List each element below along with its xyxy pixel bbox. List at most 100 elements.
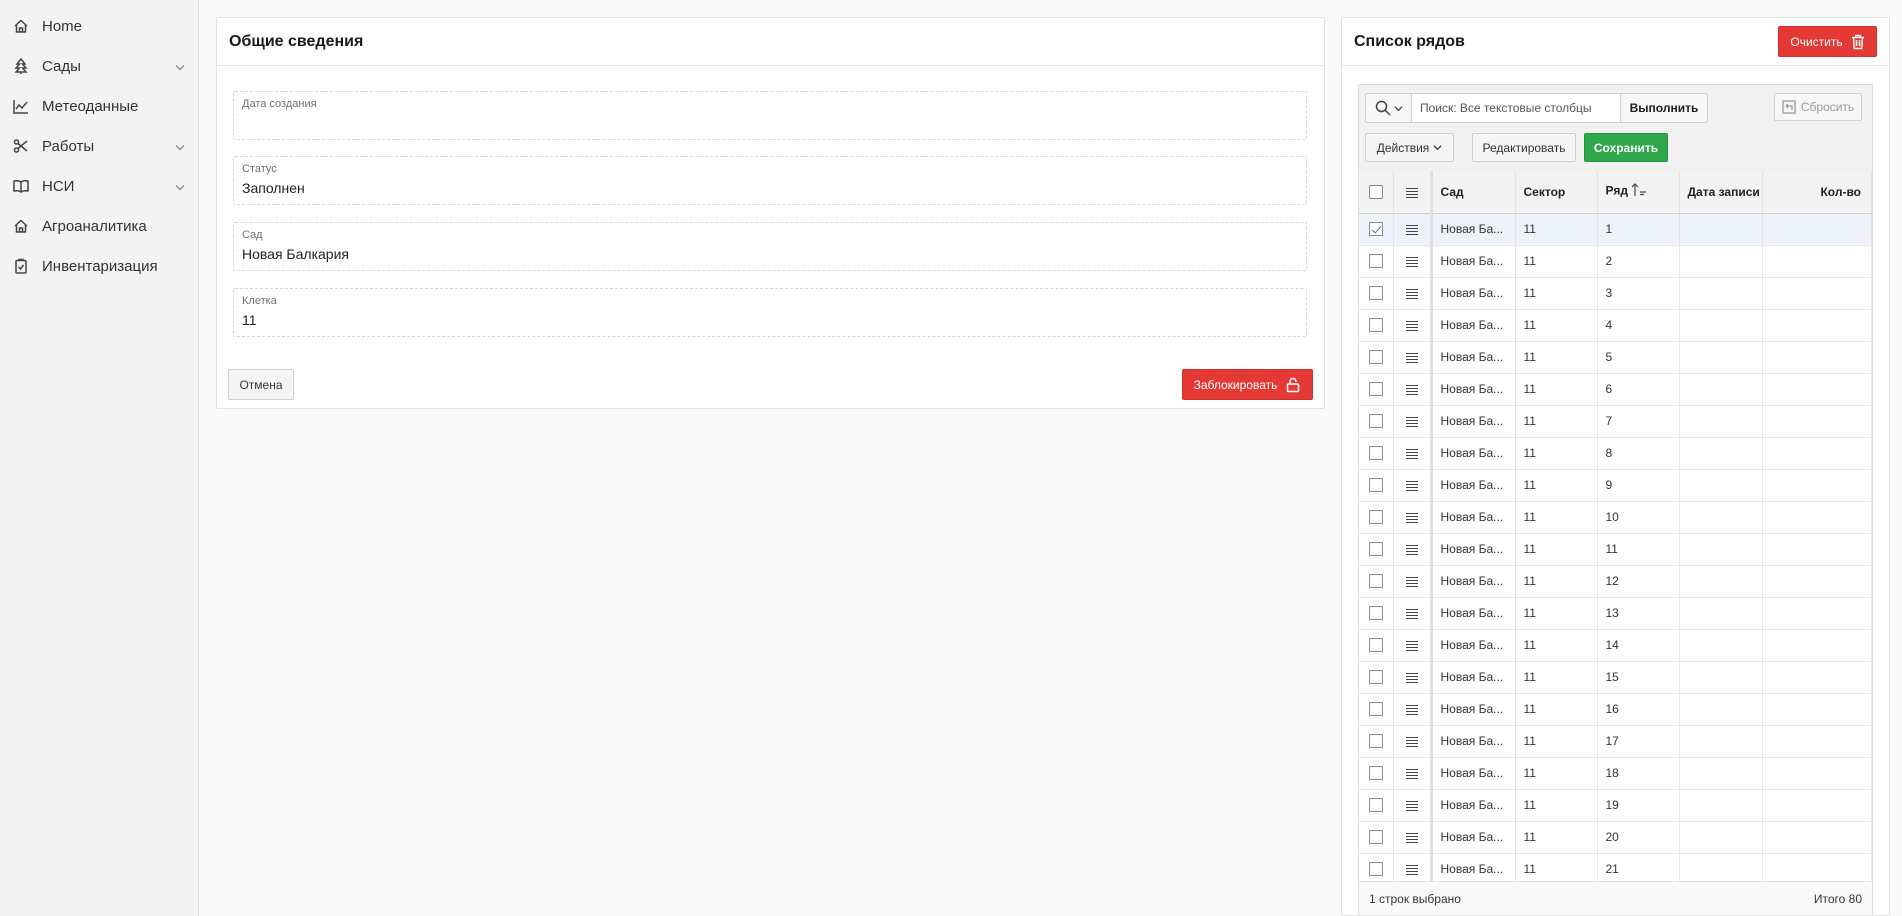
row-checkbox-cell[interactable] xyxy=(1359,501,1394,534)
cell-sector[interactable]: 11 xyxy=(1515,373,1598,406)
row-checkbox-cell[interactable] xyxy=(1359,693,1394,726)
row-menu-cell[interactable] xyxy=(1393,629,1433,662)
cell-garden[interactable]: Новая Ба... xyxy=(1431,245,1516,278)
row-checkbox-cell[interactable] xyxy=(1359,245,1394,278)
row-menu-cell[interactable] xyxy=(1393,725,1433,758)
cell-record-date[interactable] xyxy=(1679,821,1763,854)
cell-quantity[interactable] xyxy=(1762,533,1872,566)
cell-garden[interactable]: Новая Ба... xyxy=(1431,309,1516,342)
cell-garden[interactable]: Новая Ба... xyxy=(1431,661,1516,694)
table-row[interactable]: Новая Ба... 11 14 xyxy=(1359,629,1872,662)
table-row[interactable]: Новая Ба... 11 4 xyxy=(1359,309,1872,342)
cell-sector[interactable]: 11 xyxy=(1515,213,1598,246)
sidebar-item-2[interactable]: Метеоданные xyxy=(0,86,198,126)
cell-garden[interactable]: Новая Ба... xyxy=(1431,277,1516,310)
cell-sector[interactable]: 11 xyxy=(1515,245,1598,278)
search-column-button[interactable] xyxy=(1366,94,1412,122)
row-checkbox[interactable] xyxy=(1368,766,1383,781)
cell-record-date[interactable] xyxy=(1679,693,1763,726)
cell-sector[interactable]: 11 xyxy=(1515,757,1598,790)
row-menu-cell[interactable] xyxy=(1393,693,1433,726)
cell-quantity[interactable] xyxy=(1762,245,1872,278)
row-checkbox-cell[interactable] xyxy=(1359,309,1394,342)
row-menu-cell[interactable] xyxy=(1393,245,1433,278)
menu-icon[interactable] xyxy=(1405,608,1418,619)
field-created-date[interactable]: Дата создания xyxy=(233,91,1307,140)
menu-icon[interactable] xyxy=(1405,384,1418,395)
cell-sector[interactable]: 11 xyxy=(1515,341,1598,374)
cell-row[interactable]: 3 xyxy=(1597,277,1680,310)
row-checkbox-cell[interactable] xyxy=(1359,565,1394,598)
row-checkbox-cell[interactable] xyxy=(1359,277,1394,310)
cell-sector[interactable]: 11 xyxy=(1515,565,1598,598)
cell-garden[interactable]: Новая Ба... xyxy=(1431,533,1516,566)
table-row[interactable]: Новая Ба... 11 5 xyxy=(1359,341,1872,374)
row-menu-cell[interactable] xyxy=(1393,469,1433,502)
cell-record-date[interactable] xyxy=(1679,533,1763,566)
row-menu-cell[interactable] xyxy=(1393,341,1433,374)
cell-garden[interactable]: Новая Ба... xyxy=(1431,821,1516,854)
cell-sector[interactable]: 11 xyxy=(1515,469,1598,502)
cell-row[interactable]: 5 xyxy=(1597,341,1680,374)
cell-quantity[interactable] xyxy=(1762,309,1872,342)
cell-garden[interactable]: Новая Ба... xyxy=(1431,501,1516,534)
table-row[interactable]: Новая Ба... 11 16 xyxy=(1359,693,1872,726)
cell-garden[interactable]: Новая Ба... xyxy=(1431,469,1516,502)
column-header-quantity[interactable]: Кол-во xyxy=(1762,171,1872,214)
cell-row[interactable]: 2 xyxy=(1597,245,1680,278)
table-row[interactable]: Новая Ба... 11 9 xyxy=(1359,469,1872,502)
sidebar-item-5[interactable]: Агроаналитика xyxy=(0,206,198,246)
row-checkbox[interactable] xyxy=(1368,510,1383,525)
sidebar-item-4[interactable]: НСИ xyxy=(0,166,198,206)
menu-icon[interactable] xyxy=(1405,288,1418,299)
cell-sector[interactable]: 11 xyxy=(1515,533,1598,566)
cell-quantity[interactable] xyxy=(1762,277,1872,310)
cell-row[interactable]: 15 xyxy=(1597,661,1680,694)
row-checkbox[interactable] xyxy=(1368,638,1383,653)
row-checkbox[interactable] xyxy=(1368,574,1383,589)
cell-quantity[interactable] xyxy=(1762,405,1872,438)
menu-icon[interactable] xyxy=(1405,704,1418,715)
row-menu-cell[interactable] xyxy=(1393,597,1433,630)
cell-row[interactable]: 11 xyxy=(1597,533,1680,566)
menu-icon[interactable] xyxy=(1405,800,1418,811)
cell-sector[interactable]: 11 xyxy=(1515,309,1598,342)
menu-icon[interactable] xyxy=(1405,480,1418,491)
table-row[interactable]: Новая Ба... 11 18 xyxy=(1359,757,1872,790)
cell-quantity[interactable] xyxy=(1762,693,1872,726)
cell-record-date[interactable] xyxy=(1679,213,1763,246)
cell-sector[interactable]: 11 xyxy=(1515,501,1598,534)
cell-quantity[interactable] xyxy=(1762,373,1872,406)
row-checkbox[interactable] xyxy=(1368,734,1383,749)
cell-record-date[interactable] xyxy=(1679,501,1763,534)
menu-icon[interactable] xyxy=(1405,736,1418,747)
row-checkbox-cell[interactable] xyxy=(1359,725,1394,758)
cell-row[interactable]: 14 xyxy=(1597,629,1680,662)
row-checkbox-cell[interactable] xyxy=(1359,405,1394,438)
cell-record-date[interactable] xyxy=(1679,373,1763,406)
select-all-checkbox-cell[interactable] xyxy=(1359,171,1394,214)
cell-record-date[interactable] xyxy=(1679,277,1763,310)
sidebar-item-0[interactable]: Home xyxy=(0,6,198,46)
cell-row[interactable]: 1 xyxy=(1597,213,1680,246)
menu-icon[interactable] xyxy=(1405,512,1418,523)
cell-quantity[interactable] xyxy=(1762,341,1872,374)
row-checkbox[interactable] xyxy=(1368,670,1383,685)
chevron-down-icon[interactable] xyxy=(174,140,186,152)
reset-button[interactable]: Сбросить xyxy=(1774,93,1862,121)
cell-garden[interactable]: Новая Ба... xyxy=(1431,629,1516,662)
menu-icon[interactable] xyxy=(1405,448,1418,459)
cell-sector[interactable]: 11 xyxy=(1515,789,1598,822)
cell-garden[interactable]: Новая Ба... xyxy=(1431,565,1516,598)
select-all-checkbox[interactable] xyxy=(1368,185,1383,200)
search-input[interactable] xyxy=(1412,94,1620,122)
row-checkbox-cell[interactable] xyxy=(1359,373,1394,406)
field-cell[interactable]: Клетка 11 xyxy=(233,288,1307,337)
cell-garden[interactable]: Новая Ба... xyxy=(1431,405,1516,438)
cell-sector[interactable]: 11 xyxy=(1515,277,1598,310)
sidebar-item-6[interactable]: Инвентаризация xyxy=(0,246,198,286)
cell-garden[interactable]: Новая Ба... xyxy=(1431,341,1516,374)
row-checkbox[interactable] xyxy=(1368,606,1383,621)
cell-record-date[interactable] xyxy=(1679,437,1763,470)
field-garden[interactable]: Сад Новая Балкария xyxy=(233,222,1307,271)
